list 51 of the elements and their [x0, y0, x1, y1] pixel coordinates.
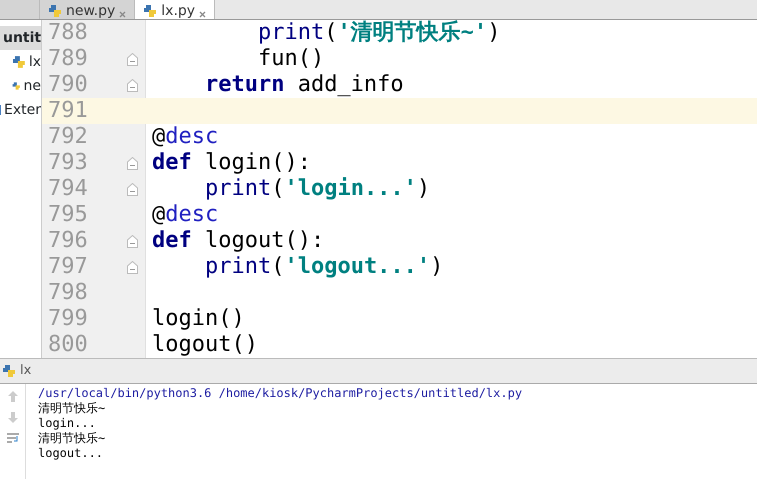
- code-line: fun(): [256, 46, 324, 72]
- down-arrow-icon[interactable]: [6, 411, 18, 424]
- close-icon[interactable]: [199, 11, 206, 18]
- fold-icon[interactable]: [127, 78, 138, 92]
- python-icon: [143, 4, 158, 18]
- fold-icon[interactable]: [127, 182, 138, 196]
- line-number: 799: [47, 306, 89, 332]
- code-line: @desc: [151, 202, 218, 228]
- tree-item[interactable]: lx: [0, 50, 41, 74]
- code-line: return add_info: [204, 72, 404, 98]
- line-number: 798: [47, 280, 89, 306]
- code-line: @desc: [151, 124, 218, 150]
- line-number: 795: [47, 202, 89, 228]
- line-number: 789: [47, 46, 89, 72]
- line-number: 790: [47, 72, 89, 98]
- line-number: 792: [47, 124, 89, 150]
- console-line: 清明节快乐~: [38, 431, 106, 446]
- code-line: print('login...'): [204, 176, 430, 202]
- fold-icon[interactable]: [127, 156, 138, 170]
- console-line: login...: [38, 416, 97, 431]
- python-icon: [48, 4, 62, 18]
- console-line: 清明节快乐~: [38, 401, 106, 416]
- console-line: logout...: [38, 446, 104, 461]
- up-arrow-icon[interactable]: [6, 390, 18, 403]
- tree-item[interactable]: untit: [0, 26, 41, 50]
- tree-item[interactable]: Exter: [0, 98, 41, 122]
- code-line: print('logout...'): [204, 254, 444, 280]
- fold-icon[interactable]: [127, 260, 138, 274]
- line-number: 796: [47, 228, 89, 254]
- line-number: 794: [47, 176, 89, 202]
- code-line: print('清明节快乐~'): [256, 20, 500, 46]
- python-icon: [2, 364, 16, 378]
- close-icon[interactable]: [119, 11, 126, 18]
- wrap-icon[interactable]: [6, 432, 20, 445]
- line-number: 797: [47, 254, 89, 280]
- line-number: 791: [47, 98, 89, 124]
- fold-icon[interactable]: [127, 52, 138, 66]
- line-number: 788: [47, 20, 89, 46]
- line-number: 793: [47, 150, 89, 176]
- code-line: logout(): [151, 332, 258, 358]
- console-line: /usr/local/bin/python3.6 /home/kiosk/PycharmProjects/untitled/lx.py: [38, 386, 522, 401]
- code-line: def logout():: [151, 228, 324, 254]
- run-tab[interactable]: lx: [20, 361, 32, 381]
- python-icon: [12, 55, 26, 69]
- code-line: def login():: [151, 150, 311, 176]
- tree-item[interactable]: ne: [0, 74, 41, 98]
- code-line: login(): [151, 306, 245, 332]
- fold-icon[interactable]: [127, 234, 138, 248]
- editor-tab[interactable]: lx.py: [135, 0, 216, 19]
- line-number: 800: [47, 332, 89, 358]
- editor-tab[interactable]: new.py: [40, 0, 136, 19]
